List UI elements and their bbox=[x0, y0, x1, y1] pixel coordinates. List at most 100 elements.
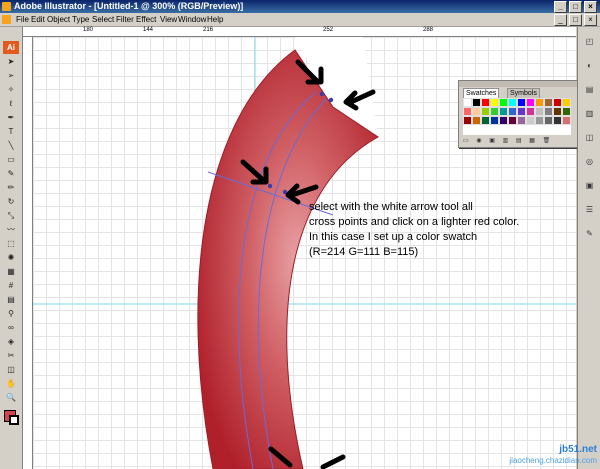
color-swatch[interactable] bbox=[490, 98, 499, 107]
lasso-tool-icon[interactable]: ℓ bbox=[5, 99, 17, 109]
live-paint-tool-icon[interactable]: ◈ bbox=[5, 337, 17, 347]
tools-panel: Ai ➤ ➢ ✧ ℓ ✒ T ╲ ▭ ✎ ✏ ↻ ⤡ 〰 ⬚ ✺ ▦ # ▤ ⚲ ∞ ◈ ✂ ◫ ✋ 🔍 bbox=[0, 27, 23, 469]
transparency-icon[interactable]: ◫ bbox=[584, 133, 595, 143]
color-swatch[interactable] bbox=[553, 107, 562, 116]
color-swatch[interactable] bbox=[481, 116, 490, 125]
menu-object[interactable]: Object bbox=[47, 13, 70, 26]
doc-minimize-button[interactable]: _ bbox=[554, 14, 567, 26]
type-tool-icon[interactable]: T bbox=[5, 127, 17, 137]
paintbrush-tool-icon[interactable]: ✎ bbox=[5, 169, 17, 179]
color-swatch[interactable] bbox=[562, 107, 571, 116]
zoom-tool-icon[interactable]: 🔍 bbox=[5, 393, 17, 403]
mesh-tool-icon[interactable]: # bbox=[5, 281, 17, 291]
stroke-color-swatch[interactable] bbox=[9, 415, 19, 425]
anchor-point[interactable] bbox=[319, 91, 325, 97]
maximize-button[interactable]: □ bbox=[569, 1, 582, 13]
graph-tool-icon[interactable]: ▦ bbox=[5, 267, 17, 277]
blend-tool-icon[interactable]: ∞ bbox=[5, 323, 17, 333]
color-swatch[interactable] bbox=[544, 98, 553, 107]
color-swatch[interactable] bbox=[526, 98, 535, 107]
menu-help[interactable]: Help bbox=[207, 13, 223, 26]
rectangle-tool-icon[interactable]: ▭ bbox=[5, 155, 17, 165]
color-swatch[interactable] bbox=[499, 116, 508, 125]
menu-effect[interactable]: Effect bbox=[136, 13, 156, 26]
document-icon[interactable] bbox=[2, 15, 11, 24]
pen-tool-icon[interactable]: ✒ bbox=[5, 113, 17, 123]
free-transform-tool-icon[interactable]: ⬚ bbox=[5, 239, 17, 249]
horizontal-ruler[interactable]: 180 144 216 252 288 bbox=[23, 27, 576, 37]
color-swatch[interactable] bbox=[472, 107, 481, 116]
menu-file[interactable]: File bbox=[16, 13, 29, 26]
rotate-tool-icon[interactable]: ↻ bbox=[5, 197, 17, 207]
color-swatch[interactable] bbox=[481, 98, 490, 107]
menu-edit[interactable]: Edit bbox=[31, 13, 45, 26]
color-swatch[interactable] bbox=[499, 107, 508, 116]
tab-swatches[interactable]: Swatches bbox=[463, 88, 500, 98]
line-tool-icon[interactable]: ╲ bbox=[5, 141, 17, 151]
color-swatch[interactable] bbox=[562, 98, 571, 107]
graphic-styles-icon[interactable]: ▣ bbox=[584, 181, 595, 191]
panel-footer-icons[interactable]: ▭ ◉ ▣ ▥ ▤ ▦ 🗑 bbox=[463, 137, 553, 144]
color-swatch[interactable] bbox=[499, 98, 508, 107]
doc-close-button[interactable]: × bbox=[584, 14, 597, 26]
color-swatch[interactable] bbox=[517, 98, 526, 107]
selection-tool-icon[interactable]: ➤ bbox=[5, 57, 17, 67]
eraser-tool-icon[interactable]: ◫ bbox=[5, 365, 17, 375]
menu-filter[interactable]: Filter bbox=[116, 13, 134, 26]
hand-tool-icon[interactable]: ✋ bbox=[5, 379, 17, 389]
color-swatch[interactable] bbox=[508, 98, 517, 107]
doc-restore-button[interactable]: □ bbox=[569, 14, 582, 26]
menu-select[interactable]: Select bbox=[92, 13, 114, 26]
arrow-pointer bbox=[320, 454, 346, 469]
layers-icon[interactable]: ☰ bbox=[584, 205, 595, 215]
menu-view[interactable]: View bbox=[160, 13, 177, 26]
color-swatch[interactable] bbox=[490, 116, 499, 125]
color-swatch[interactable] bbox=[508, 107, 517, 116]
color-swatch[interactable] bbox=[481, 107, 490, 116]
close-button[interactable]: × bbox=[584, 1, 597, 13]
slice-tool-icon[interactable]: ✂ bbox=[5, 351, 17, 361]
color-swatch[interactable] bbox=[472, 116, 481, 125]
gradient-icon[interactable]: ▥ bbox=[584, 109, 595, 119]
color-swatch[interactable] bbox=[526, 116, 535, 125]
brushes-icon[interactable]: ✎ bbox=[584, 229, 595, 239]
color-swatch[interactable] bbox=[553, 98, 562, 107]
color-swatch[interactable] bbox=[562, 116, 571, 125]
stroke-icon[interactable]: ▤ bbox=[584, 85, 595, 95]
color-swatch[interactable] bbox=[490, 107, 499, 116]
color-swatch[interactable] bbox=[553, 116, 562, 125]
panel-grip[interactable] bbox=[459, 81, 584, 87]
symbol-sprayer-tool-icon[interactable]: ✺ bbox=[5, 253, 17, 263]
color-swatch[interactable] bbox=[508, 116, 517, 125]
magic-wand-tool-icon[interactable]: ✧ bbox=[5, 85, 17, 95]
color-swatch[interactable] bbox=[472, 98, 481, 107]
color-swatch[interactable] bbox=[463, 107, 472, 116]
scale-tool-icon[interactable]: ⤡ bbox=[5, 211, 17, 221]
color-swatch[interactable] bbox=[517, 107, 526, 116]
color-swatch[interactable] bbox=[544, 107, 553, 116]
tab-symbols[interactable]: Symbols bbox=[507, 88, 540, 98]
warp-tool-icon[interactable]: 〰 bbox=[5, 225, 17, 235]
anchor-point[interactable] bbox=[328, 97, 334, 103]
color-swatch[interactable] bbox=[463, 98, 472, 107]
color-swatch[interactable] bbox=[535, 116, 544, 125]
anchor-point[interactable] bbox=[267, 183, 273, 189]
ruler-label: 144 bbox=[143, 27, 154, 33]
appearance-icon[interactable]: ◎ bbox=[584, 157, 595, 167]
eyedropper-tool-icon[interactable]: ⚲ bbox=[5, 309, 17, 319]
gradient-tool-icon[interactable]: ▤ bbox=[5, 295, 17, 305]
color-swatch[interactable] bbox=[517, 116, 526, 125]
vertical-ruler[interactable] bbox=[23, 37, 33, 469]
navigator-icon[interactable]: ◰ bbox=[584, 37, 595, 47]
color-swatch[interactable] bbox=[544, 116, 553, 125]
color-swatch[interactable] bbox=[526, 107, 535, 116]
color-swatch[interactable] bbox=[535, 107, 544, 116]
direct-selection-tool-icon[interactable]: ➢ bbox=[5, 71, 17, 81]
pencil-tool-icon[interactable]: ✏ bbox=[5, 183, 17, 193]
color-icon[interactable]: ◐ bbox=[584, 61, 595, 71]
menu-window[interactable]: Window bbox=[178, 13, 206, 26]
menu-type[interactable]: Type bbox=[72, 13, 89, 26]
color-swatch[interactable] bbox=[463, 116, 472, 125]
minimize-button[interactable]: _ bbox=[554, 1, 567, 13]
color-swatch[interactable] bbox=[535, 98, 544, 107]
